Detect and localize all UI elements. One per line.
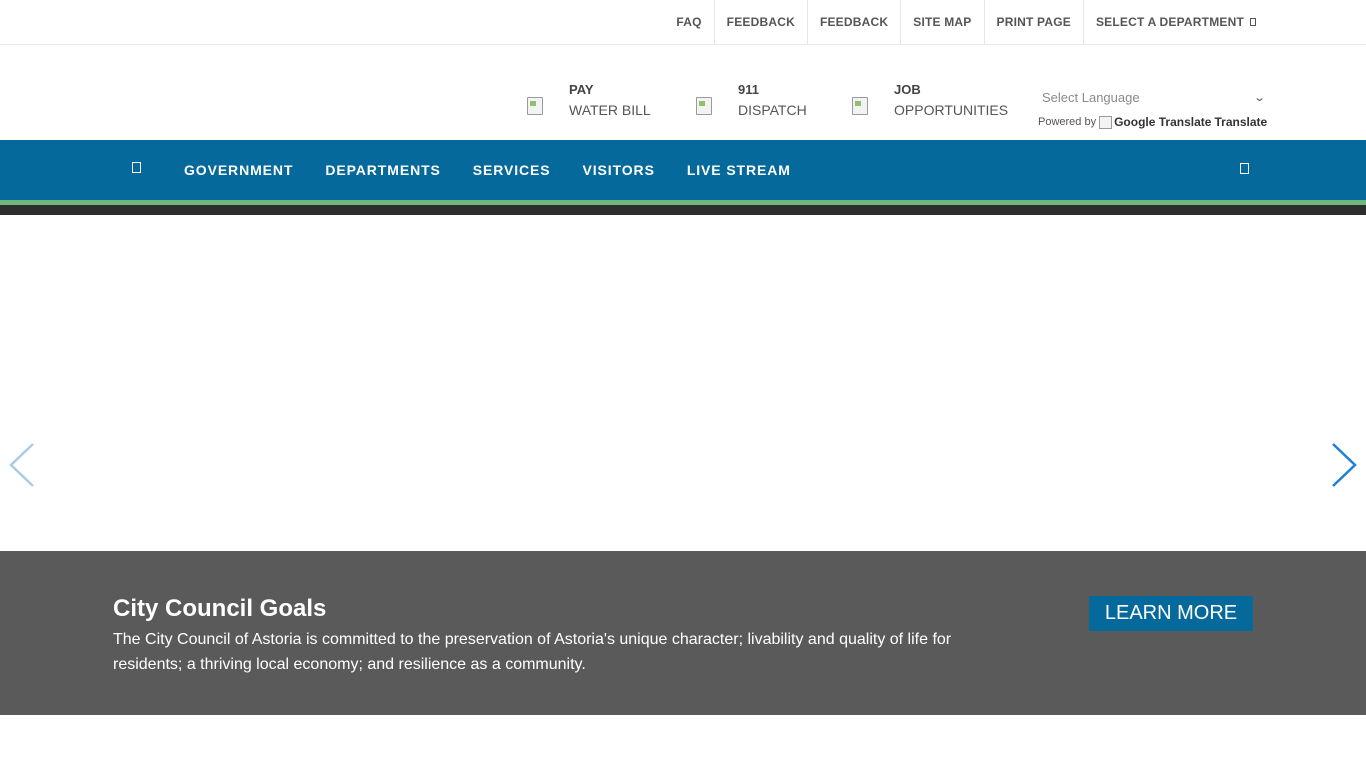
quicklink-bottom-label: WATER BILL	[569, 102, 651, 118]
language-select[interactable]: Select Language ⌄	[1037, 85, 1270, 109]
feedback-link[interactable]: FEEDBACK	[713, 0, 807, 44]
slider-prev-arrow-icon[interactable]	[8, 442, 38, 488]
nav-item-live-stream[interactable]: LIVE STREAM	[671, 140, 807, 200]
select-department-dropdown[interactable]: SELECT A DEPARTMENT	[1082, 0, 1268, 44]
main-nav: GOVERNMENT DEPARTMENTS SERVICES VISITORS…	[0, 140, 1366, 200]
utility-links: FAQ FEEDBACK FEEDBACK SITE MAP PRINT PAG…	[664, 0, 1268, 44]
site-header: PAY WATER BILL 911 DISPATCH JOB OPPORTUN…	[0, 45, 1366, 140]
quicklink-top-label: JOB	[894, 82, 921, 97]
chevron-down-icon: ⌄	[1252, 91, 1266, 104]
utility-bar: FAQ FEEDBACK FEEDBACK SITE MAP PRINT PAG…	[0, 0, 1366, 45]
home-icon[interactable]	[132, 162, 141, 173]
quicklink-bottom-label: OPPORTUNITIES	[894, 102, 1009, 118]
dark-stripe	[0, 205, 1366, 215]
quicklink-top-label: PAY	[569, 82, 594, 97]
broken-image-icon	[1099, 115, 1113, 129]
hero-slider	[0, 215, 1366, 551]
broken-image-icon	[852, 97, 870, 115]
language-select-placeholder: Select Language	[1042, 89, 1140, 105]
quicklink-text: PAY WATER BILL	[569, 80, 651, 120]
broken-image-icon	[527, 97, 545, 115]
powered-by-text: Powered by	[1038, 116, 1097, 128]
dropdown-caret-icon	[1250, 18, 1256, 26]
feedback-link-2[interactable]: FEEDBACK	[806, 0, 900, 44]
quicklink-bottom-label: DISPATCH	[738, 102, 807, 118]
nav-item-government[interactable]: GOVERNMENT	[168, 140, 309, 200]
nav-item-services[interactable]: SERVICES	[457, 140, 567, 200]
google-translate-alt-text: Google Translate	[1114, 115, 1212, 129]
site-map-link[interactable]: SITE MAP	[900, 0, 983, 44]
job-opportunities-link[interactable]: JOB OPPORTUNITIES	[852, 80, 1008, 120]
search-icon[interactable]	[1240, 163, 1249, 174]
faq-link[interactable]: FAQ	[664, 0, 713, 44]
translate-link[interactable]: Translate	[1215, 115, 1268, 129]
quicklink-text: JOB OPPORTUNITIES	[894, 80, 1008, 120]
slide-caption: City Council Goals The City Council of A…	[0, 551, 1366, 715]
slide-description: The City Council of Astoria is committed…	[113, 631, 952, 673]
nav-item-departments[interactable]: DEPARTMENTS	[309, 140, 456, 200]
dispatch-911-link[interactable]: 911 DISPATCH	[696, 80, 807, 120]
learn-more-button[interactable]: LEARN MORE	[1089, 596, 1253, 631]
slide-title: City Council Goals	[113, 595, 327, 622]
slider-next-arrow-icon[interactable]	[1329, 442, 1359, 488]
quicklink-text: 911 DISPATCH	[738, 80, 807, 120]
google-translate-credit: Powered by Google Translate Translate	[1038, 115, 1267, 129]
nav-item-visitors[interactable]: VISITORS	[567, 140, 671, 200]
broken-image-icon	[696, 97, 714, 115]
pay-water-bill-link[interactable]: PAY WATER BILL	[527, 80, 651, 120]
nav-items: GOVERNMENT DEPARTMENTS SERVICES VISITORS…	[168, 140, 807, 200]
print-page-link[interactable]: PRINT PAGE	[983, 0, 1083, 44]
quicklink-top-label: 911	[738, 82, 759, 97]
